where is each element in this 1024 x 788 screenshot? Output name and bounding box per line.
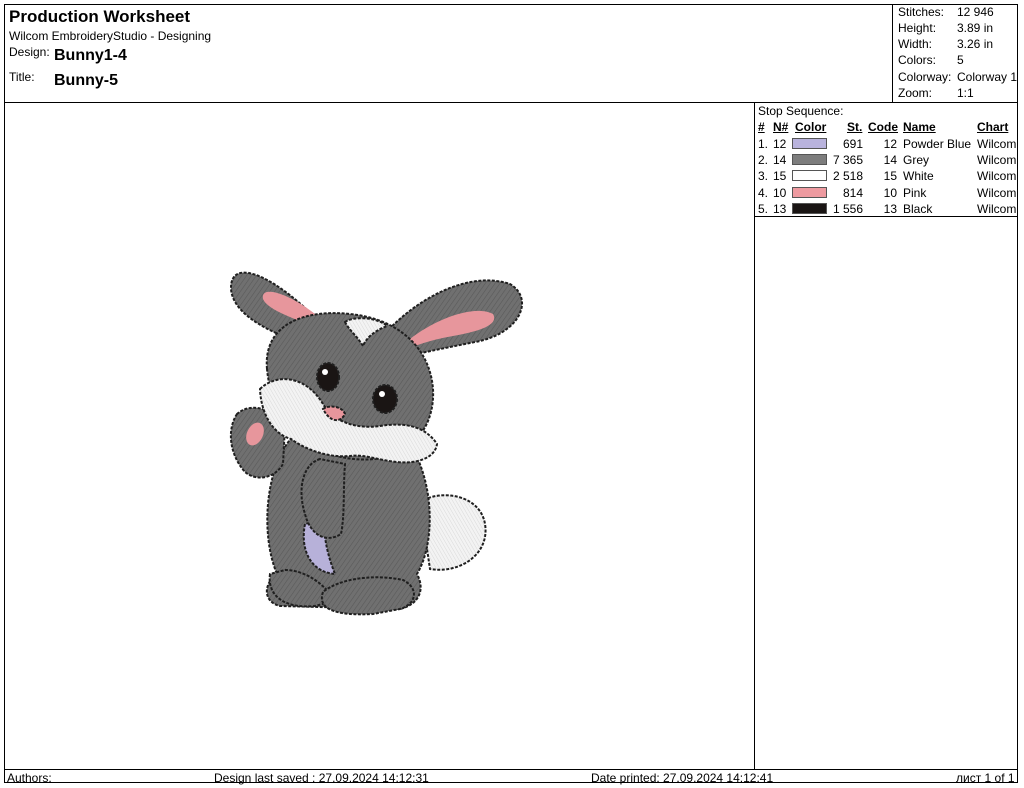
table-row: 4. 10 814 10 Pink Wilcom [755, 185, 1018, 201]
table-row: 3. 15 2 518 15 White Wilcom [755, 168, 1018, 184]
col-name: Name [903, 120, 936, 134]
stat-value: 3.26 in [957, 37, 994, 51]
cell-chart: Wilcom [977, 201, 1017, 216]
stat-label: Zoom: [898, 86, 933, 100]
stop-sequence-caption: Stop Sequence: [758, 104, 844, 118]
cell-name: Black [903, 201, 933, 216]
cell-code: 14 [883, 153, 897, 168]
cell-name: Pink [903, 185, 927, 200]
stat-value: 12 946 [957, 5, 994, 19]
design-preview [5, 104, 753, 768]
cell-st: 691 [842, 137, 863, 151]
cell-idx: 2. [758, 153, 769, 168]
worksheet-footer: Authors: Design last saved : 27.09.2024 … [4, 769, 1018, 785]
cell-name: Grey [903, 153, 930, 168]
cell-n: 10 [773, 185, 787, 200]
stop-sequence-table: Stop Sequence: # N# Color St. Code Name … [754, 103, 1018, 217]
table-header: # N# Color St. Code Name Chart [755, 120, 1018, 136]
color-swatch [792, 186, 827, 198]
worksheet-header: Production Worksheet Wilcom EmbroiderySt… [4, 4, 1018, 103]
title-label: Title: [9, 70, 35, 84]
design-value: Bunny1-4 [54, 47, 127, 64]
last-saved: Design last saved : 27.09.2024 14:12:31 [214, 771, 429, 785]
cell-n: 13 [773, 201, 787, 216]
table-row: 1. 12 691 12 Powder Blue Wilcom [755, 136, 1018, 152]
authors-label: Authors: [7, 771, 52, 785]
col-code: Code [868, 120, 898, 134]
cell-code: 15 [883, 169, 897, 184]
cell-name: Powder Blue [903, 137, 972, 151]
bunny-embroidery-image [229, 271, 523, 616]
stat-label: Colorway: [898, 70, 952, 84]
stat-value: 5 [957, 53, 964, 67]
stat-value: 1:1 [957, 86, 974, 100]
stat-label: Colors: [898, 53, 937, 67]
date-printed: Date printed: 27.09.2024 14:12:41 [591, 771, 774, 785]
cell-st: 814 [842, 185, 863, 200]
stat-label: Stitches: [898, 5, 945, 19]
stat-value: Colorway 1 [957, 70, 1018, 84]
stat-value: 3.89 in [957, 21, 994, 35]
col-number: N# [773, 120, 789, 134]
cell-n: 14 [773, 153, 787, 168]
cell-st: 2 518 [833, 169, 864, 184]
stat-label: Height: [898, 21, 937, 35]
cell-chart: Wilcom [977, 153, 1017, 168]
table-row: 2. 14 7 365 14 Grey Wilcom [755, 152, 1018, 168]
cell-chart: Wilcom [977, 137, 1017, 151]
cell-n: 15 [773, 169, 787, 184]
title-value: Bunny-5 [54, 72, 118, 89]
col-stitches: St. [847, 120, 863, 134]
col-index: # [758, 120, 765, 134]
divider [754, 217, 755, 770]
col-chart: Chart [977, 120, 1009, 134]
col-color: Color [795, 120, 827, 134]
table-row: 5. 13 1 556 13 Black Wilcom [755, 201, 1018, 217]
cell-name: White [903, 169, 934, 184]
cell-chart: Wilcom [977, 169, 1017, 184]
page-title: Production Worksheet [9, 7, 191, 26]
cell-st: 7 365 [833, 153, 864, 168]
design-label: Design: [9, 45, 50, 59]
cell-code: 10 [883, 185, 897, 200]
color-swatch [792, 170, 827, 182]
color-swatch [792, 138, 827, 149]
cell-idx: 4. [758, 185, 769, 200]
cell-idx: 1. [758, 137, 769, 151]
color-swatch [792, 154, 827, 166]
cell-chart: Wilcom [977, 185, 1017, 200]
design-stats: Stitches: 12 946 Height: 3.89 in Width: … [892, 4, 1018, 102]
cell-idx: 3. [758, 169, 769, 184]
cell-n: 12 [773, 137, 787, 151]
stat-label: Width: [898, 37, 933, 51]
cell-st: 1 556 [833, 201, 864, 216]
cell-code: 12 [883, 137, 897, 151]
color-swatch [792, 202, 827, 214]
cell-code: 13 [883, 201, 897, 216]
cell-idx: 5. [758, 201, 769, 216]
app-name: Wilcom EmbroideryStudio - Designing [9, 29, 212, 43]
page-number: лист 1 of 1 [956, 771, 1015, 785]
